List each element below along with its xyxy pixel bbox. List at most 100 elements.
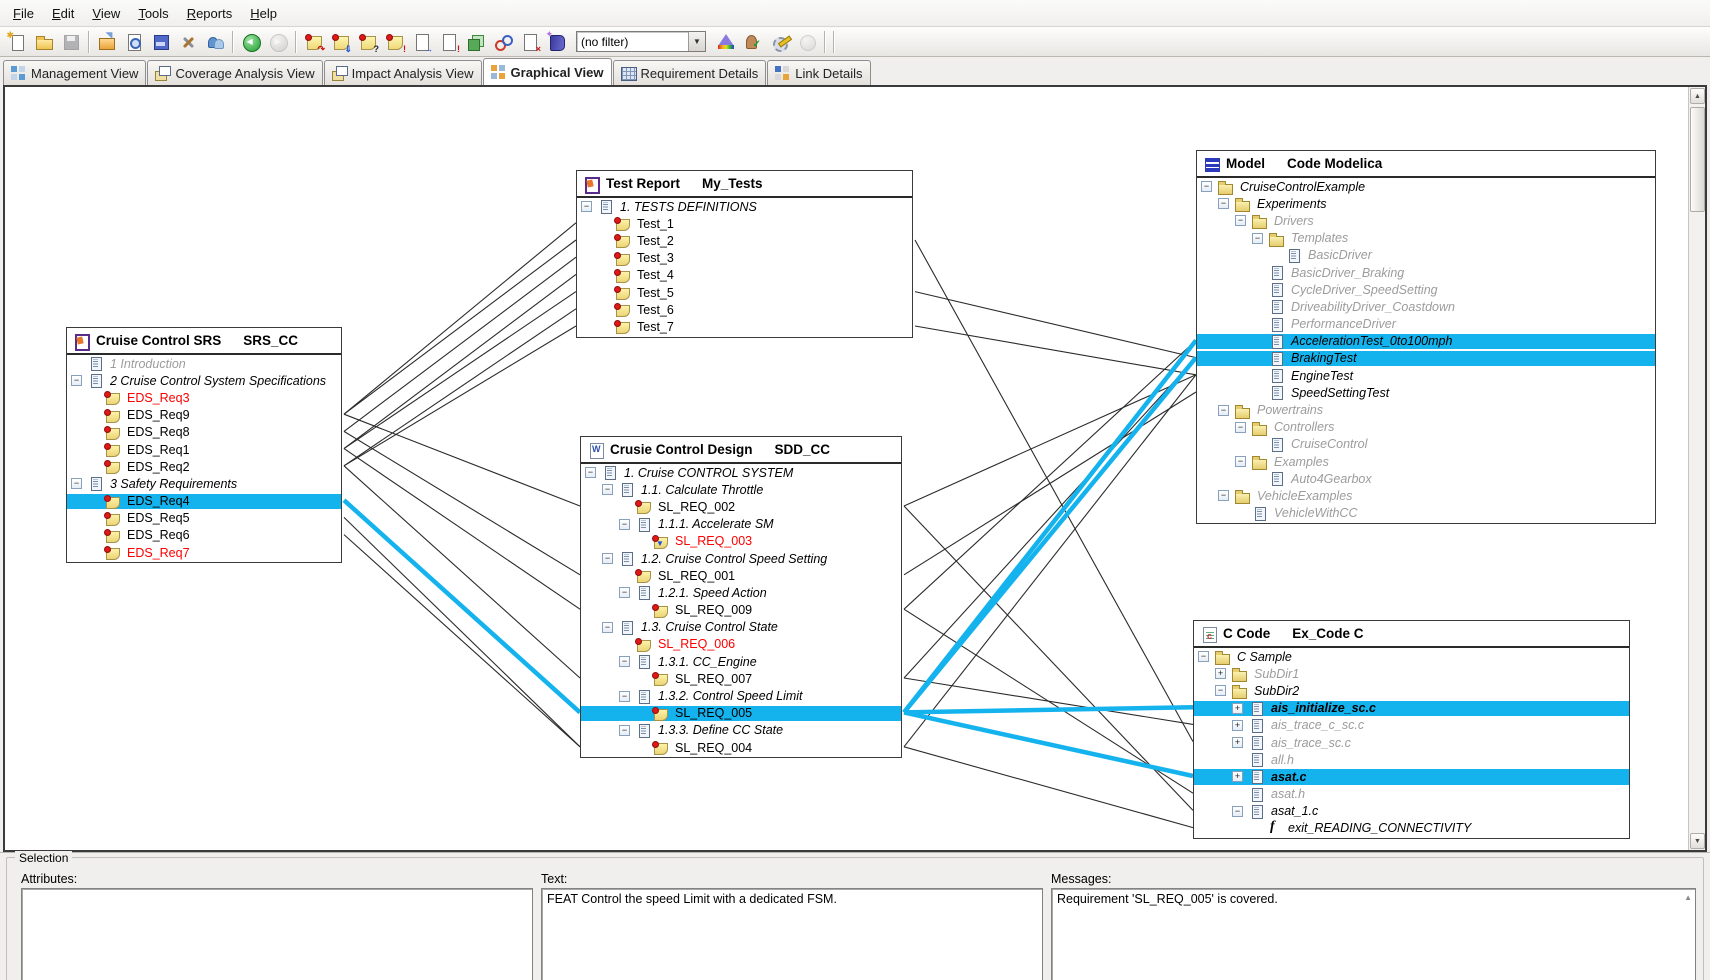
tree-row-EDS_Req1[interactable]: EDS_Req1 (67, 441, 341, 458)
scroll-down-button[interactable]: ▼ (1690, 833, 1705, 849)
menu-view[interactable]: View (83, 3, 129, 24)
delete-item-button[interactable]: × (516, 29, 543, 55)
text-box[interactable]: FEAT Control the speed Limit with a dedi… (541, 888, 1043, 980)
tree-row-m_tpl[interactable]: − Templates (1197, 230, 1655, 247)
tree-row-tests_def[interactable]: − 1. TESTS DEFINITIONS (577, 198, 912, 215)
filter-combobox[interactable]: (no filter) ▼ (576, 31, 706, 52)
tree-row-SL_REQ_007[interactable]: SL_REQ_007 (581, 670, 901, 687)
vertical-scrollbar[interactable]: ▲ ▼ (1688, 87, 1705, 850)
collapse-icon[interactable]: − (1218, 198, 1229, 210)
menu-tools[interactable]: Tools (129, 3, 177, 24)
open-project-button[interactable] (30, 29, 57, 55)
messages-box[interactable]: Requirement 'SL_REQ_005' is covered. ▲ (1051, 888, 1696, 980)
tab-coverage-analysis-view[interactable]: Coverage Analysis View (147, 60, 323, 85)
collapse-icon[interactable]: − (71, 478, 82, 490)
tree-row-srs_2[interactable]: − 2 Cruise Control System Specifications (67, 372, 341, 389)
filter-dropdown-button[interactable]: ▼ (688, 32, 705, 51)
new-file-button[interactable] (3, 29, 30, 55)
users-button[interactable] (201, 29, 228, 55)
tree-row-m_pd[interactable]: PerformanceDriver (1197, 316, 1655, 333)
expand-icon[interactable]: + (1232, 719, 1243, 731)
menu-reports[interactable]: Reports (178, 3, 242, 24)
collapse-icon[interactable]: − (1215, 685, 1226, 697)
tree-row-SL_REQ_001[interactable]: SL_REQ_001 (581, 567, 901, 584)
collapse-icon[interactable]: − (1235, 215, 1246, 227)
tree-row-Test_2[interactable]: Test_2 (577, 232, 912, 249)
collapse-icon[interactable]: − (585, 467, 596, 479)
collapse-icon[interactable]: − (1235, 421, 1246, 433)
tree-row-Test_5[interactable]: Test_5 (577, 284, 912, 301)
tree-row-m_ddc[interactable]: DriveabilityDriver_Coastdown (1197, 298, 1655, 315)
tree-row-Test_6[interactable]: Test_6 (577, 301, 912, 318)
collapse-icon[interactable]: − (1198, 651, 1209, 663)
tree-row-EDS_Req8[interactable]: EDS_Req8 (67, 424, 341, 441)
export-project-button[interactable] (93, 29, 120, 55)
collapse-icon[interactable]: − (581, 201, 592, 213)
expand-icon[interactable]: + (1232, 771, 1243, 783)
tab-requirement-details[interactable]: Requirement Details (612, 60, 767, 85)
tree-row-m_ex[interactable]: − Examples (1197, 453, 1655, 471)
tree-row-d111[interactable]: − 1.1.1. Accelerate SM (581, 516, 901, 533)
tree-row-d132[interactable]: − 1.3.2. Control Speed Limit (581, 687, 901, 704)
tree-row-m_cc[interactable]: CruiseControl (1197, 436, 1655, 453)
tab-management-view[interactable]: Management View (3, 60, 147, 85)
tree-row-c_asat1[interactable]: − asat_1.c (1194, 803, 1629, 820)
tree-row-Test_3[interactable]: Test_3 (577, 250, 912, 267)
collapse-icon[interactable]: − (1218, 490, 1229, 502)
tree-row-d131[interactable]: − 1.3.1. CC_Engine (581, 653, 901, 670)
panel-header-ccode[interactable]: C Code Ex_Code C (1194, 621, 1629, 648)
collapse-icon[interactable]: − (71, 375, 82, 387)
panel-header-model[interactable]: Model Code Modelica (1197, 151, 1655, 178)
tree-row-srs_3[interactable]: − 3 Safety Requirements (67, 475, 341, 492)
tree-row-m_ve[interactable]: − VehicleExamples (1197, 487, 1655, 505)
tab-link-details[interactable]: Link Details (767, 60, 871, 85)
collapse-icon[interactable]: − (1252, 232, 1263, 244)
expand-icon[interactable]: + (1232, 737, 1243, 749)
tree-row-c_allh[interactable]: all.h (1194, 751, 1629, 768)
document-alert-button[interactable]: ! (435, 29, 462, 55)
tree-row-d121[interactable]: − 1.2.1. Speed Action (581, 584, 901, 601)
tree-row-m_exp[interactable]: − Experiments (1197, 195, 1655, 213)
requirement-down-button[interactable]: ↷ (300, 29, 327, 55)
requirement-question-button[interactable]: ? (354, 29, 381, 55)
tree-row-c_asath[interactable]: asat.h (1194, 786, 1629, 803)
tree-row-c_sd1[interactable]: + SubDir1 (1194, 665, 1629, 683)
collapse-icon[interactable]: − (619, 518, 630, 530)
tree-row-m_ctl[interactable]: − Controllers (1197, 419, 1655, 436)
gear-edit-button[interactable] (766, 29, 793, 55)
messages-scroll-up-icon[interactable]: ▲ (1684, 893, 1692, 902)
requirement-cover-button[interactable]: ⇓ (327, 29, 354, 55)
requirement-alert-button[interactable]: ! (381, 29, 408, 55)
attributes-box[interactable] (21, 888, 533, 980)
tree-row-c_ais_tsc[interactable]: + ais_trace_sc.c (1194, 734, 1629, 751)
tree-row-m_vcc[interactable]: VehicleWithCC (1197, 505, 1655, 522)
tree-row-m_bdb[interactable]: BasicDriver_Braking (1197, 264, 1655, 281)
tree-row-m_sst[interactable]: SpeedSettingTest (1197, 384, 1655, 401)
collapse-icon[interactable]: − (1201, 181, 1212, 193)
tree-row-EDS_Req6[interactable]: EDS_Req6 (67, 527, 341, 544)
collapse-icon[interactable]: − (619, 690, 630, 702)
scroll-thumb[interactable] (1690, 107, 1705, 212)
collapse-icon[interactable]: − (619, 724, 630, 736)
expand-icon[interactable]: + (1232, 702, 1243, 714)
expand-icon[interactable]: + (1215, 668, 1226, 680)
tree-row-c_sd2[interactable]: − SubDir2 (1194, 682, 1629, 700)
tree-row-EDS_Req5[interactable]: EDS_Req5 (67, 510, 341, 527)
tab-impact-analysis-view[interactable]: Impact Analysis View (323, 60, 482, 85)
tree-row-d13[interactable]: − 1.3. Cruise Control State (581, 619, 901, 636)
collapse-icon[interactable]: − (602, 621, 613, 633)
menu-edit[interactable]: Edit (43, 3, 83, 24)
database-button[interactable] (147, 29, 174, 55)
update-links-button[interactable] (489, 29, 516, 55)
tree-row-m_eng[interactable]: EngineTest (1197, 367, 1655, 384)
tree-row-Test_1[interactable]: Test_1 (577, 215, 912, 232)
tree-row-d133[interactable]: − 1.3.3. Define CC State (581, 722, 901, 739)
tree-row-srs_1[interactable]: 1 Introduction (67, 355, 341, 372)
tree-row-EDS_Req9[interactable]: EDS_Req9 (67, 407, 341, 424)
tree-row-SL_REQ_003[interactable]: ▼ SL_REQ_003 (581, 533, 901, 550)
collapse-icon[interactable]: − (1218, 404, 1229, 416)
collapse-icon[interactable]: − (602, 484, 613, 496)
tree-row-SL_REQ_002[interactable]: SL_REQ_002 (581, 498, 901, 515)
tree-row-EDS_Req4[interactable]: EDS_Req4 (67, 492, 341, 510)
tree-row-Test_4[interactable]: Test_4 (577, 267, 912, 284)
